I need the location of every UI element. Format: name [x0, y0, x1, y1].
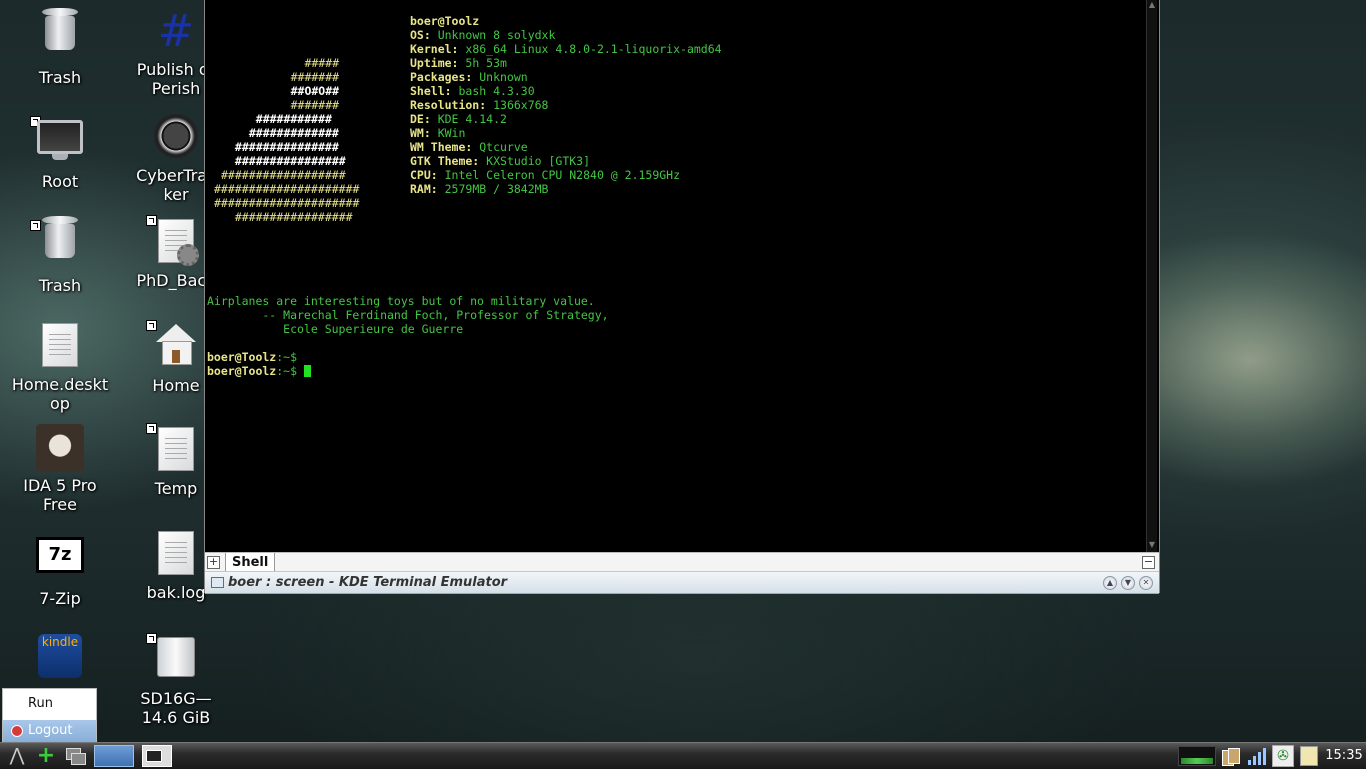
ascii-logo-line: ###############	[228, 140, 339, 154]
sysinfo-wm: WM: KWin	[410, 126, 466, 140]
ascii-logo-line: #############	[235, 126, 339, 140]
ascii-logo-line: #####################	[214, 196, 360, 210]
menu-item-logout-label: Logout	[28, 723, 73, 738]
logout-icon	[11, 725, 23, 737]
ascii-logo-line: #################	[221, 210, 353, 224]
ascii-logo-line: ################	[228, 154, 346, 168]
sysinfo-wm-theme: WM Theme: Qtcurve	[410, 140, 528, 154]
virtual-desktop-2[interactable]	[142, 745, 172, 767]
link-badge-icon	[146, 633, 157, 644]
desktop-icon-label: Trash	[38, 68, 82, 87]
files-icon[interactable]	[1220, 746, 1242, 766]
sysinfo-ram: RAM: 2579MB / 3842MB	[410, 182, 549, 196]
kindle-logo: kindle	[38, 634, 82, 678]
7zip-icon: 7z	[36, 537, 84, 585]
clock[interactable]: 15:35	[1322, 746, 1366, 766]
launcher-menu: Run Logout	[2, 688, 97, 742]
taskbar: ⋀ + ✇ 15:35	[0, 742, 1366, 769]
shell-prompt: boer@Toolz:~$	[207, 350, 298, 364]
desktop-icon-7zip[interactable]: 7z 7-Zip	[5, 528, 115, 608]
7zip-logo: 7z	[36, 537, 84, 573]
desktop-icon-trash-2[interactable]: Trash	[5, 216, 115, 295]
sysinfo-resolution: Resolution: 1366x768	[410, 98, 549, 112]
monitor-icon	[30, 116, 84, 168]
link-badge-icon	[146, 423, 157, 434]
sysinfo-cpu: CPU: Intel Celeron CPU N2840 @ 2.159GHz	[410, 168, 681, 182]
add-icon[interactable]: +	[36, 745, 56, 767]
kindle-icon: kindle	[36, 634, 84, 682]
scroll-down-icon[interactable]: ▼	[1147, 540, 1157, 550]
keep-above-icon[interactable]: ▲	[1103, 576, 1117, 590]
terminal-window[interactable]: ##### ####### ##O#O## ####### ##########…	[204, 0, 1160, 594]
sysinfo-kernel: Kernel: x86_64 Linux 4.8.0-2.1-liquorix-…	[410, 42, 722, 56]
close-tab-icon[interactable]: −	[1142, 556, 1155, 569]
sysinfo-de: DE: KDE 4.14.2	[410, 112, 507, 126]
ascii-logo-line: ##################	[221, 168, 346, 182]
fortune-quote-line: -- Marechal Ferdinand Foch, Professor of…	[207, 308, 609, 322]
terminal-output[interactable]: ##### ####### ##O#O## ####### ##########…	[207, 0, 1145, 552]
fortune-quote-line: Ecole Superieure de Guerre	[207, 322, 464, 336]
ascii-logo-line: ###########	[235, 112, 332, 126]
sysinfo-os: OS: Unknown 8 solydxk	[410, 28, 556, 42]
desktop-icon-label: SD16G— 14.6 GiB	[140, 689, 212, 727]
desktop-icon-root[interactable]: Root	[5, 112, 115, 191]
network-icon[interactable]: ✇	[1272, 745, 1294, 767]
sysinfo-user-host: boer@Toolz	[410, 14, 480, 28]
close-icon[interactable]: ✕	[1139, 576, 1153, 590]
desktop-icon-ida[interactable]: IDA 5 Pro Free	[5, 424, 115, 514]
document-icon	[146, 423, 200, 475]
scroll-up-icon[interactable]: ▲	[1147, 0, 1157, 10]
show-windows-icon[interactable]	[64, 746, 86, 766]
desktop-icon-label: 7-Zip	[39, 589, 81, 608]
fortune-quote-line: Airplanes are interesting toys but of no…	[207, 294, 595, 308]
shell-prompt-active[interactable]: boer@Toolz:~$	[207, 364, 311, 378]
desktop-icon-label: Home.desktop	[11, 375, 109, 413]
sysinfo-uptime: Uptime: 5h 53m	[410, 56, 507, 70]
desktop-icon-trash[interactable]: Trash	[5, 8, 115, 87]
publish-or-perish-icon: #	[157, 6, 195, 57]
desktop-icon-label: IDA 5 Pro Free	[23, 476, 97, 514]
document-icon	[152, 531, 200, 579]
terminal-tab-bar: + Shell −	[205, 552, 1159, 572]
window-titlebar[interactable]: boer : screen - KDE Terminal Emulator ▲ …	[205, 571, 1159, 594]
new-tab-icon[interactable]: +	[207, 556, 220, 569]
home-icon	[146, 320, 200, 372]
menu-item-run[interactable]: Run	[3, 689, 96, 719]
desktop-icon-sd16g[interactable]: SD16G— 14.6 GiB	[121, 632, 231, 727]
ascii-logo-line: #######	[256, 98, 340, 112]
menu-item-logout[interactable]: Logout	[3, 720, 96, 742]
ascii-logo-line: #######	[256, 70, 340, 84]
drive-icon	[146, 633, 200, 685]
document-icon	[36, 323, 84, 371]
start-menu-icon[interactable]: ⋀	[4, 746, 30, 766]
terminal-scrollbar[interactable]: ▲ ▼	[1146, 0, 1157, 552]
cybertracker-icon	[152, 114, 200, 162]
ascii-logo-line: #####	[263, 56, 340, 70]
window-icon[interactable]	[211, 577, 224, 588]
ascii-logo-line: #####################	[214, 182, 360, 196]
sysinfo-gtk-theme: GTK Theme: KXStudio [GTK3]	[410, 154, 591, 168]
ascii-logo-line: ##O#O##	[256, 84, 340, 98]
sysinfo-shell: Shell: bash 4.3.30	[410, 84, 535, 98]
desktop-icon-label: Root	[41, 172, 79, 191]
tab-shell[interactable]: Shell	[225, 553, 276, 572]
clipboard-icon[interactable]	[1300, 746, 1318, 766]
wifi-signal-icon[interactable]	[1246, 746, 1268, 766]
desktop-icon-kindle[interactable]: kindle	[5, 632, 115, 686]
desktop-icon-home-desktop[interactable]: Home.desktop	[5, 320, 115, 413]
link-badge-icon	[146, 215, 157, 226]
link-badge-icon	[30, 220, 41, 231]
minimize-icon[interactable]: ▼	[1121, 576, 1135, 590]
window-title: boer : screen - KDE Terminal Emulator	[228, 575, 508, 590]
avatar-icon	[36, 424, 84, 472]
trash-icon	[30, 216, 84, 272]
desktop-icon-label: Trash	[38, 276, 82, 295]
cpu-monitor-icon[interactable]	[1178, 746, 1216, 766]
sysinfo-packages: Packages: Unknown	[410, 70, 528, 84]
settings-document-icon	[146, 215, 200, 267]
text-cursor	[303, 365, 311, 377]
trash-icon	[36, 8, 84, 64]
virtual-desktop-1[interactable]	[94, 745, 134, 767]
